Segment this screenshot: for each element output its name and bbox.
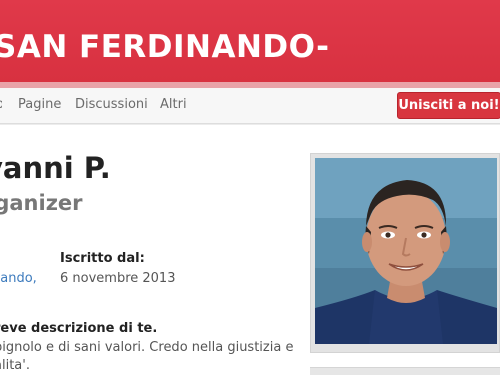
join-button[interactable]: Unisciti a noi! — [397, 92, 500, 119]
group-banner: SAN FERDINANDO- — [0, 0, 500, 82]
joined-date: 6 novembre 2013 — [60, 271, 176, 286]
group-title[interactable]: SAN FERDINANDO- — [0, 29, 329, 65]
member-role: rganizer — [0, 191, 83, 215]
profile-photo-frame — [310, 153, 500, 353]
sidebar-next-section — [310, 367, 500, 375]
description-line: alita'. — [0, 358, 30, 373]
profile-photo[interactable] — [315, 158, 497, 344]
location-link[interactable]: nando, — [0, 271, 37, 286]
member-name: vanni P. — [0, 151, 111, 185]
joined-label: Iscritto dal: — [60, 251, 145, 266]
nav-item-more[interactable]: Altri — [160, 97, 187, 112]
nav-item-clipped[interactable]: o — [0, 97, 2, 111]
description-title: reve descrizione di te. — [0, 321, 158, 336]
nav-item-pages[interactable]: Pagine — [18, 97, 61, 112]
navigation-bar: o Pagine Discussioni Altri Unisciti a no… — [0, 88, 500, 124]
description-line: pignolo e di sani valori. Credo nella gi… — [0, 340, 294, 355]
nav-item-discussions[interactable]: Discussioni — [75, 97, 148, 112]
portrait-illustration — [315, 158, 497, 344]
